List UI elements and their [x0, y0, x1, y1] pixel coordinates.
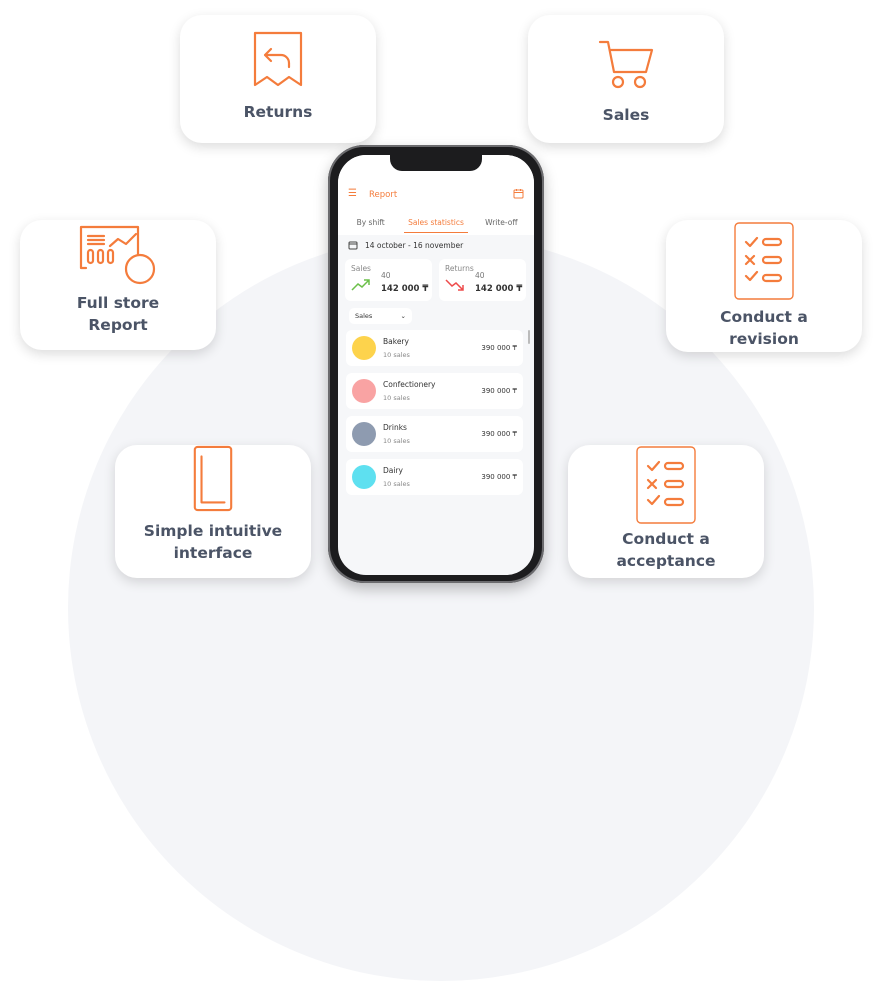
app-screen: ☰ Report By shift Sales statistics Write… [338, 155, 534, 575]
calendar-icon [348, 241, 358, 250]
report-chart-icon [79, 225, 156, 285]
category-row[interactable]: Dairy 10 sales 390 000 ₸ [346, 459, 523, 495]
trend-up-icon [351, 279, 370, 291]
category-amount: 390 000 ₸ [481, 430, 517, 438]
bread-icon [352, 336, 376, 360]
category-amount: 390 000 ₸ [481, 473, 517, 481]
scrollbar[interactable] [528, 330, 530, 344]
feature-card-acceptance[interactable]: Conduct a acceptance [568, 445, 764, 578]
calendar-icon[interactable] [513, 188, 524, 199]
trend-down-icon [445, 279, 464, 291]
sales-summary-card[interactable]: Sales 40 142 000 ₸ [345, 259, 432, 301]
stat-label: Returns [445, 264, 474, 273]
category-sales: 10 sales [383, 394, 410, 402]
milk-carton-icon [352, 465, 376, 489]
category-sales: 10 sales [383, 351, 410, 359]
filter-value: Sales [355, 312, 373, 320]
phone-mockup: ☰ Report By shift Sales statistics Write… [328, 145, 544, 583]
feature-card-returns[interactable]: Returns [180, 15, 376, 143]
menu-icon[interactable]: ☰ [348, 188, 357, 199]
returns-summary-card[interactable]: Returns 40 142 000 ₸ [439, 259, 526, 301]
bottle-icon [352, 422, 376, 446]
phone-icon [193, 445, 233, 512]
feature-label: Conduct a revision [720, 308, 808, 348]
category-sales: 10 sales [383, 480, 410, 488]
stat-count: 40 [381, 271, 391, 280]
feature-label: Conduct a acceptance [616, 530, 716, 570]
feature-label: Returns [243, 103, 313, 121]
phone-notch [390, 155, 482, 171]
stat-amount: 142 000 ₸ [475, 284, 523, 294]
feature-label: Full store Report [76, 294, 160, 334]
app-header: ☰ Report By shift Sales statistics Write… [338, 155, 534, 235]
stat-amount: 142 000 ₸ [381, 284, 429, 294]
feature-label: Sales [602, 106, 650, 124]
checklist-icon [636, 446, 696, 524]
candy-icon [352, 379, 376, 403]
tab-sales-statistics[interactable]: Sales statistics [403, 218, 469, 233]
shopping-cart-icon [598, 40, 654, 89]
filter-dropdown[interactable]: Sales ⌄ [349, 308, 412, 324]
date-range[interactable]: 14 october - 16 november [365, 241, 463, 250]
category-row[interactable]: Bakery 10 sales 390 000 ₸ [346, 330, 523, 366]
category-name: Bakery [383, 337, 409, 346]
tab-write-off[interactable]: Write-off [469, 218, 534, 233]
category-row[interactable]: Confectionery 10 sales 390 000 ₸ [346, 373, 523, 409]
stat-count: 40 [475, 271, 485, 280]
category-name: Dairy [383, 466, 403, 475]
feature-label: Simple intuitive interface [143, 522, 283, 562]
chevron-down-icon: ⌄ [400, 312, 406, 320]
category-amount: 390 000 ₸ [481, 344, 517, 352]
receipt-return-icon [253, 31, 303, 87]
checklist-icon [734, 222, 794, 300]
page-title: Report [369, 190, 398, 200]
feature-card-revision[interactable]: Conduct a revision [666, 220, 862, 352]
category-row[interactable]: Drinks 10 sales 390 000 ₸ [346, 416, 523, 452]
feature-card-sales[interactable]: Sales [528, 15, 724, 143]
feature-card-full-store-report[interactable]: Full store Report [20, 220, 216, 350]
tab-by-shift[interactable]: By shift [338, 218, 403, 233]
feature-card-simple-interface[interactable]: Simple intuitive interface [115, 445, 311, 578]
category-name: Confectionery [383, 380, 436, 389]
category-sales: 10 sales [383, 437, 410, 445]
stat-label: Sales [351, 264, 371, 273]
category-name: Drinks [383, 423, 407, 432]
category-amount: 390 000 ₸ [481, 387, 517, 395]
